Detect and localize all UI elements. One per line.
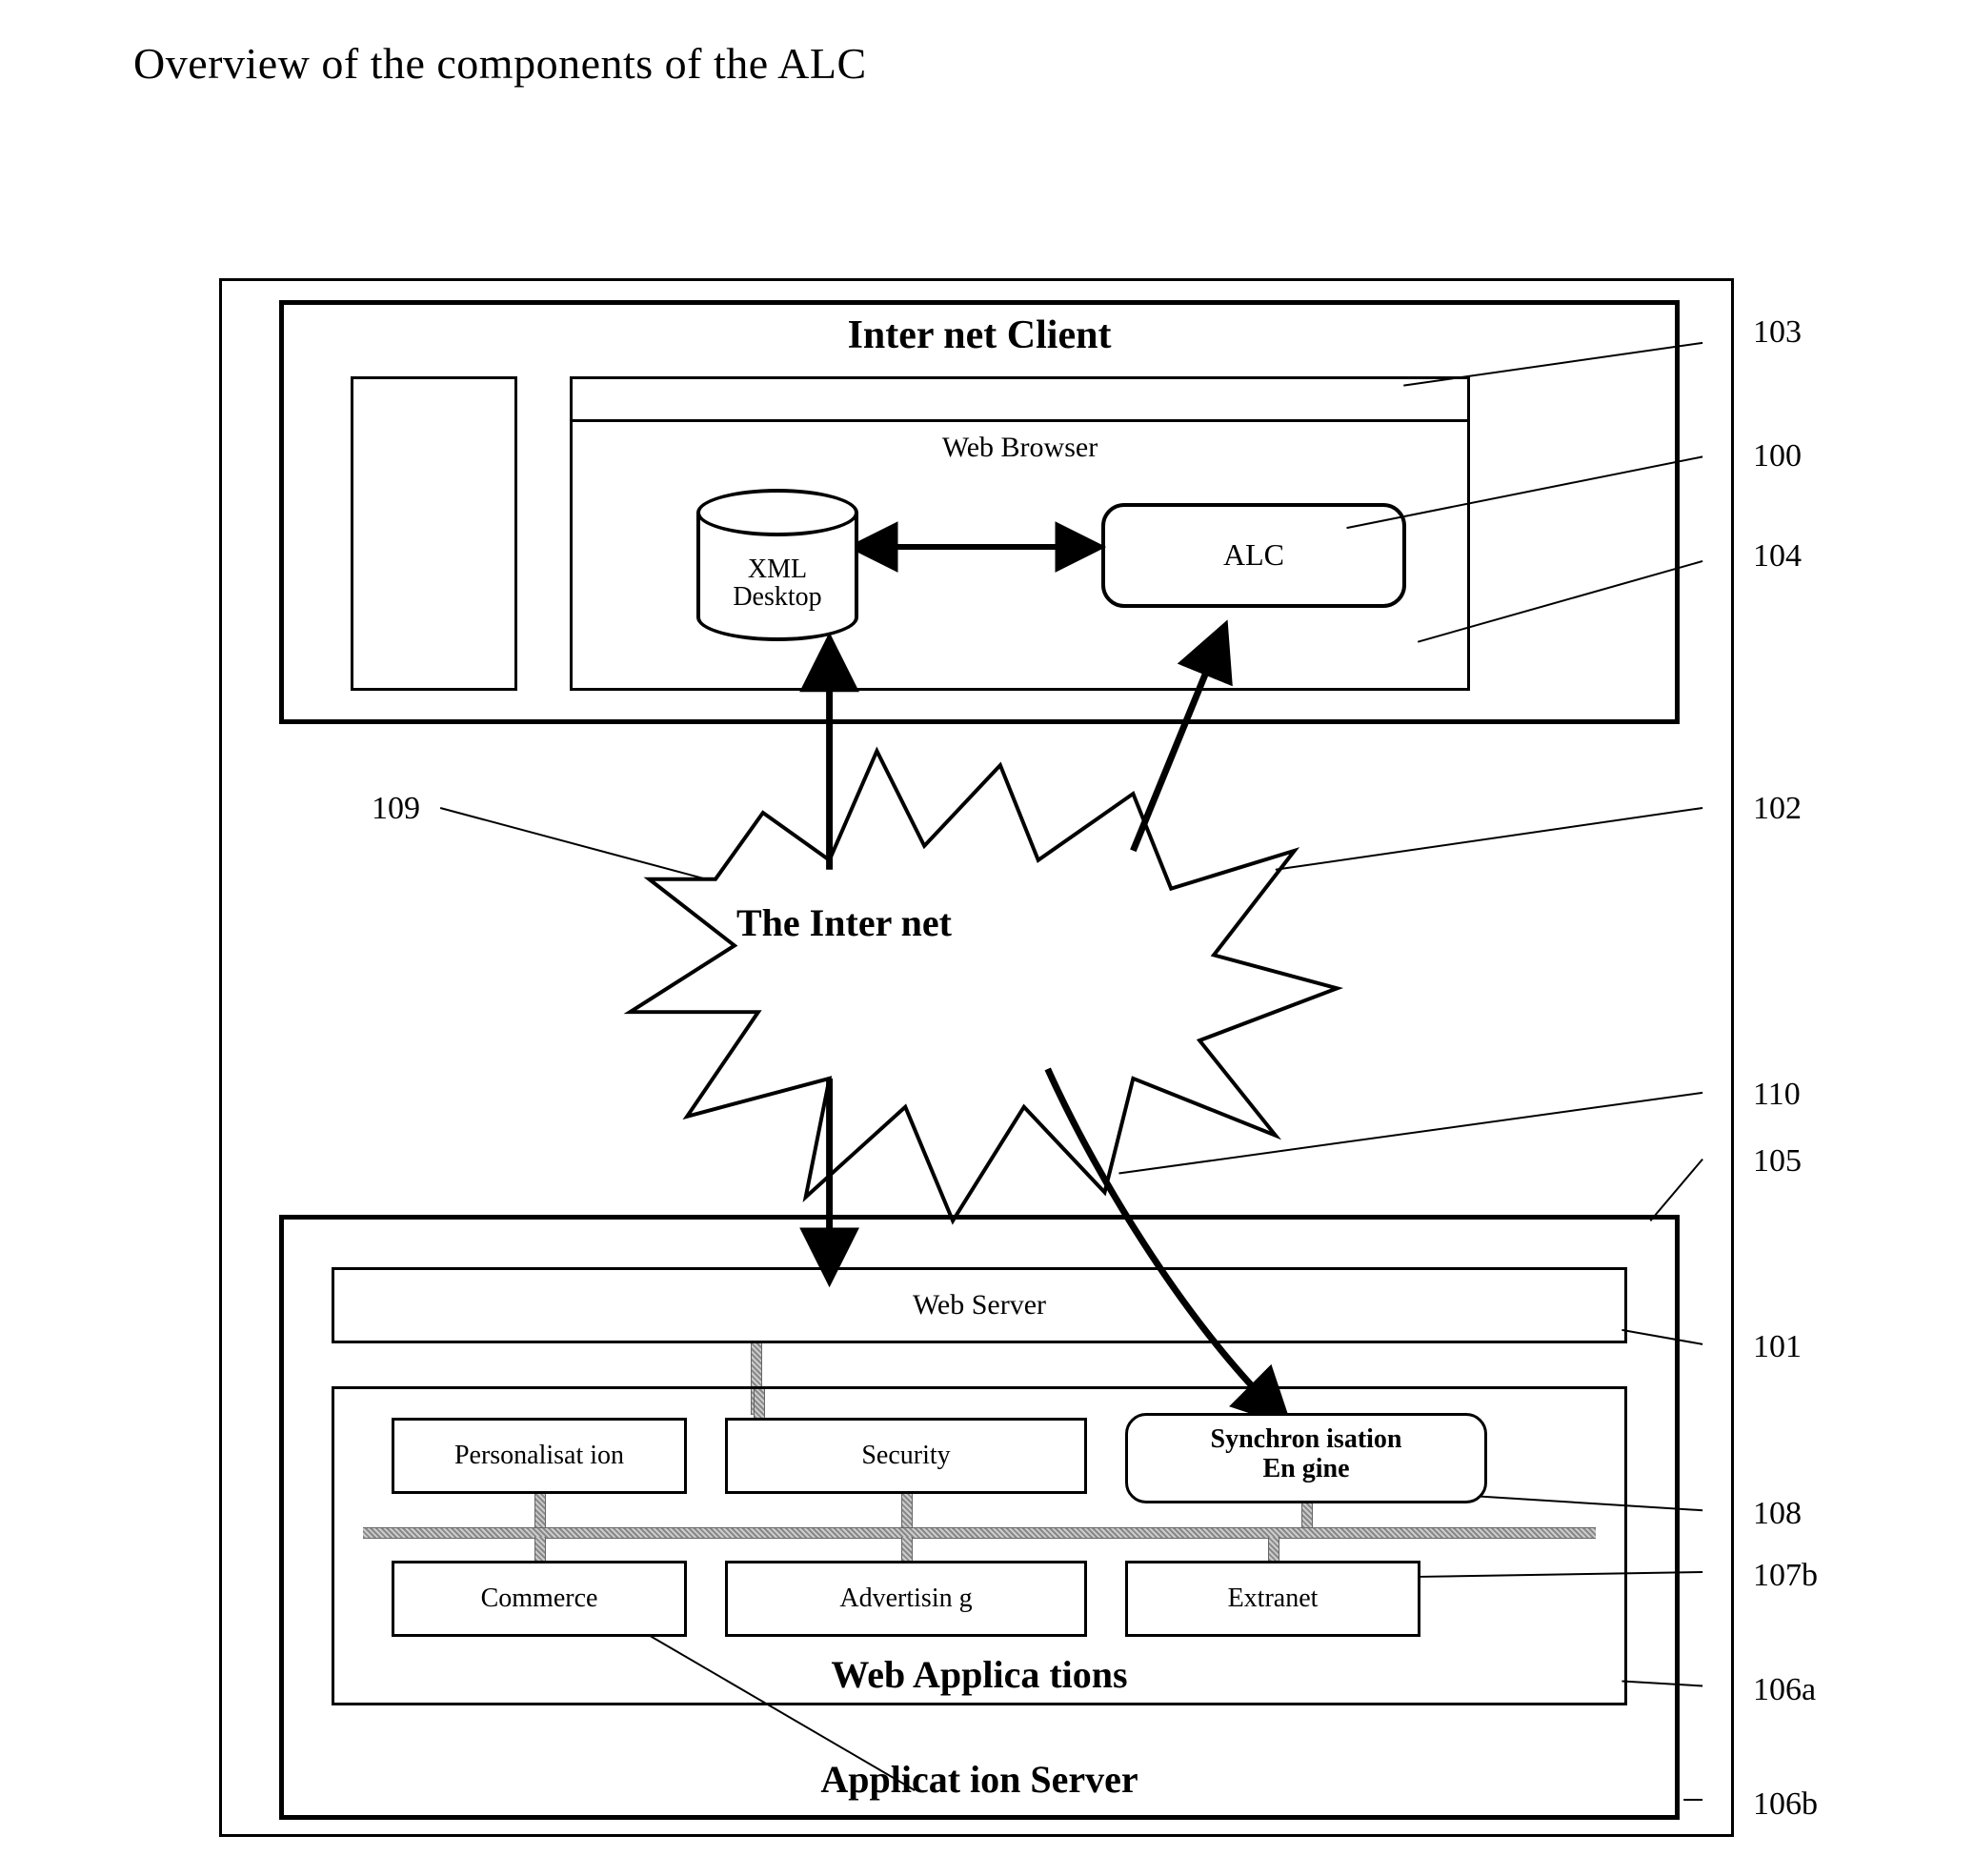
ref-110: 110 [1753,1077,1801,1113]
page-title: Overview of the components of the ALC [133,38,867,89]
ref-101: 101 [1753,1329,1802,1365]
diagram-page: Overview of the components of the ALC In… [0,0,1974,1876]
ref-103: 103 [1753,314,1802,351]
ref-109: 109 [372,791,420,827]
connector-stub [754,1389,765,1418]
web-browser-label: Web Browser [942,432,1098,464]
ref-100: 100 [1753,438,1802,474]
connector-stub [1268,1537,1279,1561]
module-synchronisation-engine: Synchron isation En gine [1125,1413,1487,1503]
connector-stub [901,1537,913,1561]
internet-starburst [630,751,1337,1220]
module-extranet: Extranet [1125,1561,1420,1637]
internet-client-box: Inter net Client Web Browser XML Desktop… [279,300,1680,724]
ref-106a: 106a [1753,1672,1816,1708]
web-browser-box: Web Browser XML Desktop ALC [570,376,1470,691]
module-security: Security [725,1418,1087,1494]
connector-stub [534,1494,546,1527]
module-bus [363,1527,1596,1539]
ref-105: 105 [1753,1143,1802,1180]
client-side-panel [351,376,517,691]
module-personalisation: Personalisat ion [392,1418,687,1494]
browser-title-bar [573,419,1467,422]
ref-104: 104 [1753,538,1802,575]
diagram-frame: Inter net Client Web Browser XML Desktop… [219,278,1734,1837]
alc-box: ALC [1101,503,1406,608]
connector-stub [1301,1503,1313,1527]
ref-108: 108 [1753,1496,1802,1532]
xml-desktop-label: XML Desktop [696,555,858,612]
application-server-title: Applicat ion Server [820,1757,1138,1802]
web-applications-box: Personalisat ion Security Synchron isati… [332,1386,1627,1705]
connector-stub [534,1537,546,1561]
ref-106b: 106b [1753,1786,1818,1823]
ref-107b: 107b [1753,1558,1818,1594]
web-applications-title: Web Applica tions [831,1652,1127,1697]
ref-102: 102 [1753,791,1802,827]
xml-desktop-cylinder: XML Desktop [696,489,858,641]
internet-label: The Inter net [736,900,952,945]
connector-stub [901,1494,913,1527]
module-advertising: Advertisin g [725,1561,1087,1637]
internet-client-heading: Inter net Client [848,313,1112,358]
module-commerce: Commerce [392,1561,687,1637]
web-server-box: Web Server [332,1267,1627,1343]
application-server-box: Web Server Personalisat ion Security Syn… [279,1215,1680,1820]
